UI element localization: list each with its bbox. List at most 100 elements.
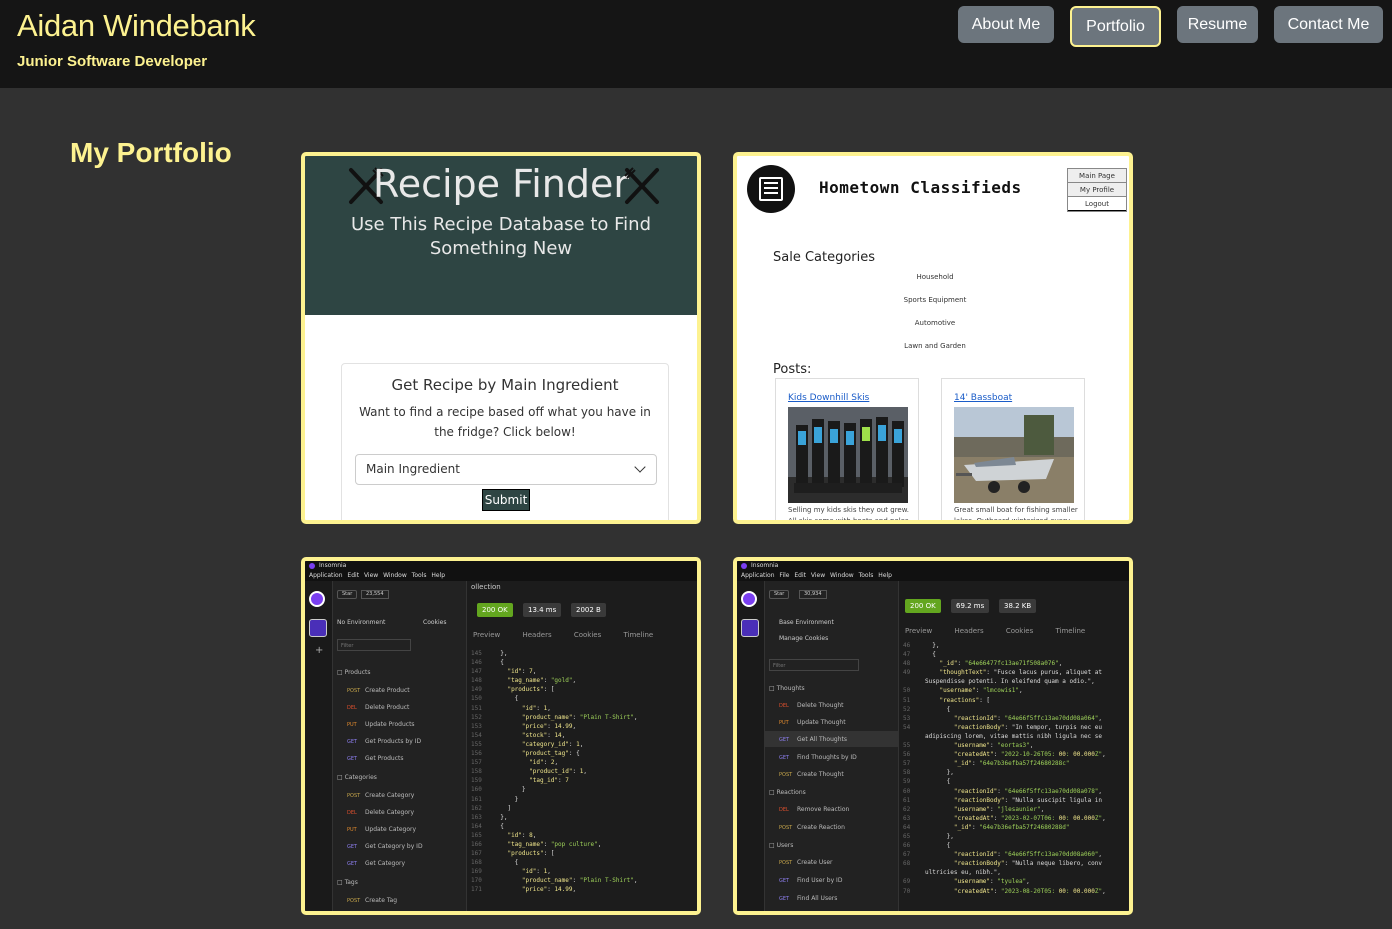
code-line: 145 }, [471, 649, 638, 658]
code-text: "product_name": "Plain T-Shirt", [521, 877, 638, 885]
menu-main-page[interactable]: Main Page [1068, 169, 1126, 183]
github-star-button[interactable]: Star [337, 590, 358, 599]
filter-input[interactable]: Filter [769, 659, 859, 671]
plus-icon[interactable]: + [315, 645, 323, 656]
post-card[interactable]: 14' Bassboat Great small boat for fishin… [941, 378, 1085, 520]
code-text: "products": [ [507, 686, 555, 694]
account-icon[interactable] [741, 591, 757, 607]
line-number: 52 [903, 705, 911, 713]
request-item[interactable]: POST Create User [779, 859, 833, 866]
code-text: "id": 8, [507, 831, 537, 839]
code-line: 55 "username": "eortas3", [903, 741, 1106, 750]
code-text: }, [925, 642, 940, 649]
skis-photo [788, 407, 908, 503]
filter-input[interactable]: Filter [337, 639, 411, 651]
folder-reactions[interactable]: □ Reactions [769, 789, 806, 796]
insomnia-menubar[interactable]: Application Edit View Window Tools Help [305, 571, 697, 581]
folder-users[interactable]: □ Users [769, 842, 793, 849]
request-item-selected[interactable]: GET Get All Thoughts [765, 731, 899, 747]
menu-my-profile[interactable]: My Profile [1068, 183, 1126, 197]
method-label: PUT [347, 827, 357, 833]
environment-select[interactable]: Base Environment [779, 619, 834, 626]
folder-categories[interactable]: □ Categories [337, 774, 377, 781]
category-sports-equipment[interactable]: Sports Equipment [737, 296, 1129, 304]
nav-resume[interactable]: Resume [1177, 6, 1258, 43]
request-item[interactable]: GET Find All Users [779, 895, 837, 902]
request-item[interactable]: DEL Delete Product [347, 704, 409, 711]
line-number: 169 [471, 868, 482, 876]
account-icon[interactable] [309, 591, 325, 607]
request-item[interactable]: POST Create Category [347, 792, 414, 799]
request-item[interactable]: POST Create Reaction [779, 824, 845, 831]
method-label: POST [347, 688, 361, 694]
insomnia-response-pane: ollection 200 OK 13.4 ms 2002 B Preview … [467, 581, 697, 911]
line-number: 46 [903, 642, 911, 649]
request-item[interactable]: DEL Remove Reaction [779, 806, 849, 813]
github-star-button[interactable]: Star [769, 590, 790, 599]
home-icon[interactable] [741, 619, 759, 637]
insomnia-logo-icon [741, 563, 747, 569]
request-item[interactable]: DEL Delete Thought [779, 702, 844, 709]
request-item[interactable]: POST Create Product [347, 687, 410, 694]
portfolio-card-hometown-classifieds[interactable]: Hometown Classifieds Main Page My Profil… [733, 152, 1133, 524]
cookies-button[interactable]: Cookies [423, 619, 447, 626]
folder-label: Thoughts [776, 685, 805, 692]
code-text: "username": "tyulea", [953, 878, 1030, 886]
request-label: Get All Thoughts [797, 736, 847, 743]
portfolio-card-recipe-finder[interactable]: Recipe Finder Use This Recipe Database t… [301, 152, 701, 524]
category-automotive[interactable]: Automotive [737, 319, 1129, 327]
request-item[interactable]: POST Create Tag [347, 897, 397, 904]
response-tabs[interactable]: Preview Headers Cookies Timeline [473, 631, 653, 639]
code-line: 153 "price": 14.99, [471, 722, 638, 731]
nav-about-me[interactable]: About Me [958, 6, 1054, 43]
request-item[interactable]: GET Get Products by ID [347, 738, 421, 745]
folder-products[interactable]: □ Products [337, 669, 371, 676]
category-household[interactable]: Household [737, 273, 1129, 281]
nav-contact-me[interactable]: Contact Me [1274, 6, 1383, 43]
method-label: GET [779, 878, 790, 884]
line-number: 61 [903, 796, 911, 804]
request-item[interactable]: GET Find Thoughts by ID [779, 754, 857, 761]
request-label: Get Category by ID [365, 843, 423, 850]
main-ingredient-select[interactable]: Main Ingredient [355, 454, 657, 485]
environment-select[interactable]: No Environment [337, 619, 385, 626]
home-icon[interactable] [309, 619, 327, 637]
code-line: 149 "products": [ [471, 685, 638, 694]
request-item[interactable]: PUT Update Category [347, 826, 416, 833]
code-text: } [493, 786, 526, 794]
request-item[interactable]: PUT Update Products [347, 721, 415, 728]
response-tabs[interactable]: Preview Headers Cookies Timeline [905, 627, 1085, 635]
folder-label: Users [776, 842, 794, 849]
request-item[interactable]: PUT Update Thought [779, 719, 846, 726]
request-item[interactable]: DEL Delete Category [347, 809, 414, 816]
code-line: 67 "reactionId": "64e66f5ffc13ae70dd08a0… [903, 850, 1106, 859]
request-item[interactable]: GET Find User by ID [779, 877, 842, 884]
post-card[interactable]: Kids Downhill Skis Selling my kids skis … [775, 378, 919, 520]
category-lawn-and-garden[interactable]: Lawn and Garden [737, 342, 1129, 350]
request-label: Create Reaction [797, 824, 845, 831]
insomnia-menubar[interactable]: Application File Edit View Window Tools … [737, 571, 1129, 581]
request-item[interactable]: POST Create Thought [779, 771, 844, 778]
code-text: "reactionBody": "Nulla suscipit ligula i… [953, 796, 1103, 804]
code-text: "reactionId": "64e66f5ffc13ae70dd08a060"… [953, 851, 1103, 859]
collection-label[interactable]: ollection [471, 583, 501, 591]
request-item[interactable]: GET Get Category [347, 860, 405, 867]
line-number: 60 [903, 787, 911, 795]
request-item[interactable]: GET Get Products [347, 755, 404, 762]
line-number: 167 [471, 850, 482, 858]
line-number: 147 [471, 668, 482, 676]
insomnia-sidebar: Star 23,554 No Environment Cookies Filte… [333, 581, 467, 911]
line-number: 67 [903, 851, 911, 859]
portfolio-card-ecommerce-api[interactable]: Insomnia Application Edit View Window To… [301, 557, 701, 915]
ingredient-box-title: Get Recipe by Main Ingredient [391, 376, 619, 394]
nav-portfolio[interactable]: Portfolio [1070, 6, 1161, 47]
folder-tags[interactable]: □ Tags [337, 879, 358, 886]
post-title[interactable]: Kids Downhill Skis [788, 393, 869, 403]
post-title[interactable]: 14' Bassboat [954, 393, 1012, 403]
request-item[interactable]: GET Get Category by ID [347, 843, 423, 850]
manage-cookies-button[interactable]: Manage Cookies [779, 635, 828, 642]
folder-thoughts[interactable]: □ Thoughts [769, 685, 805, 692]
submit-button[interactable]: Submit [482, 489, 530, 511]
menu-logout[interactable]: Logout [1068, 197, 1126, 211]
portfolio-card-social-network-api[interactable]: Insomnia Application File Edit View Wind… [733, 557, 1133, 915]
